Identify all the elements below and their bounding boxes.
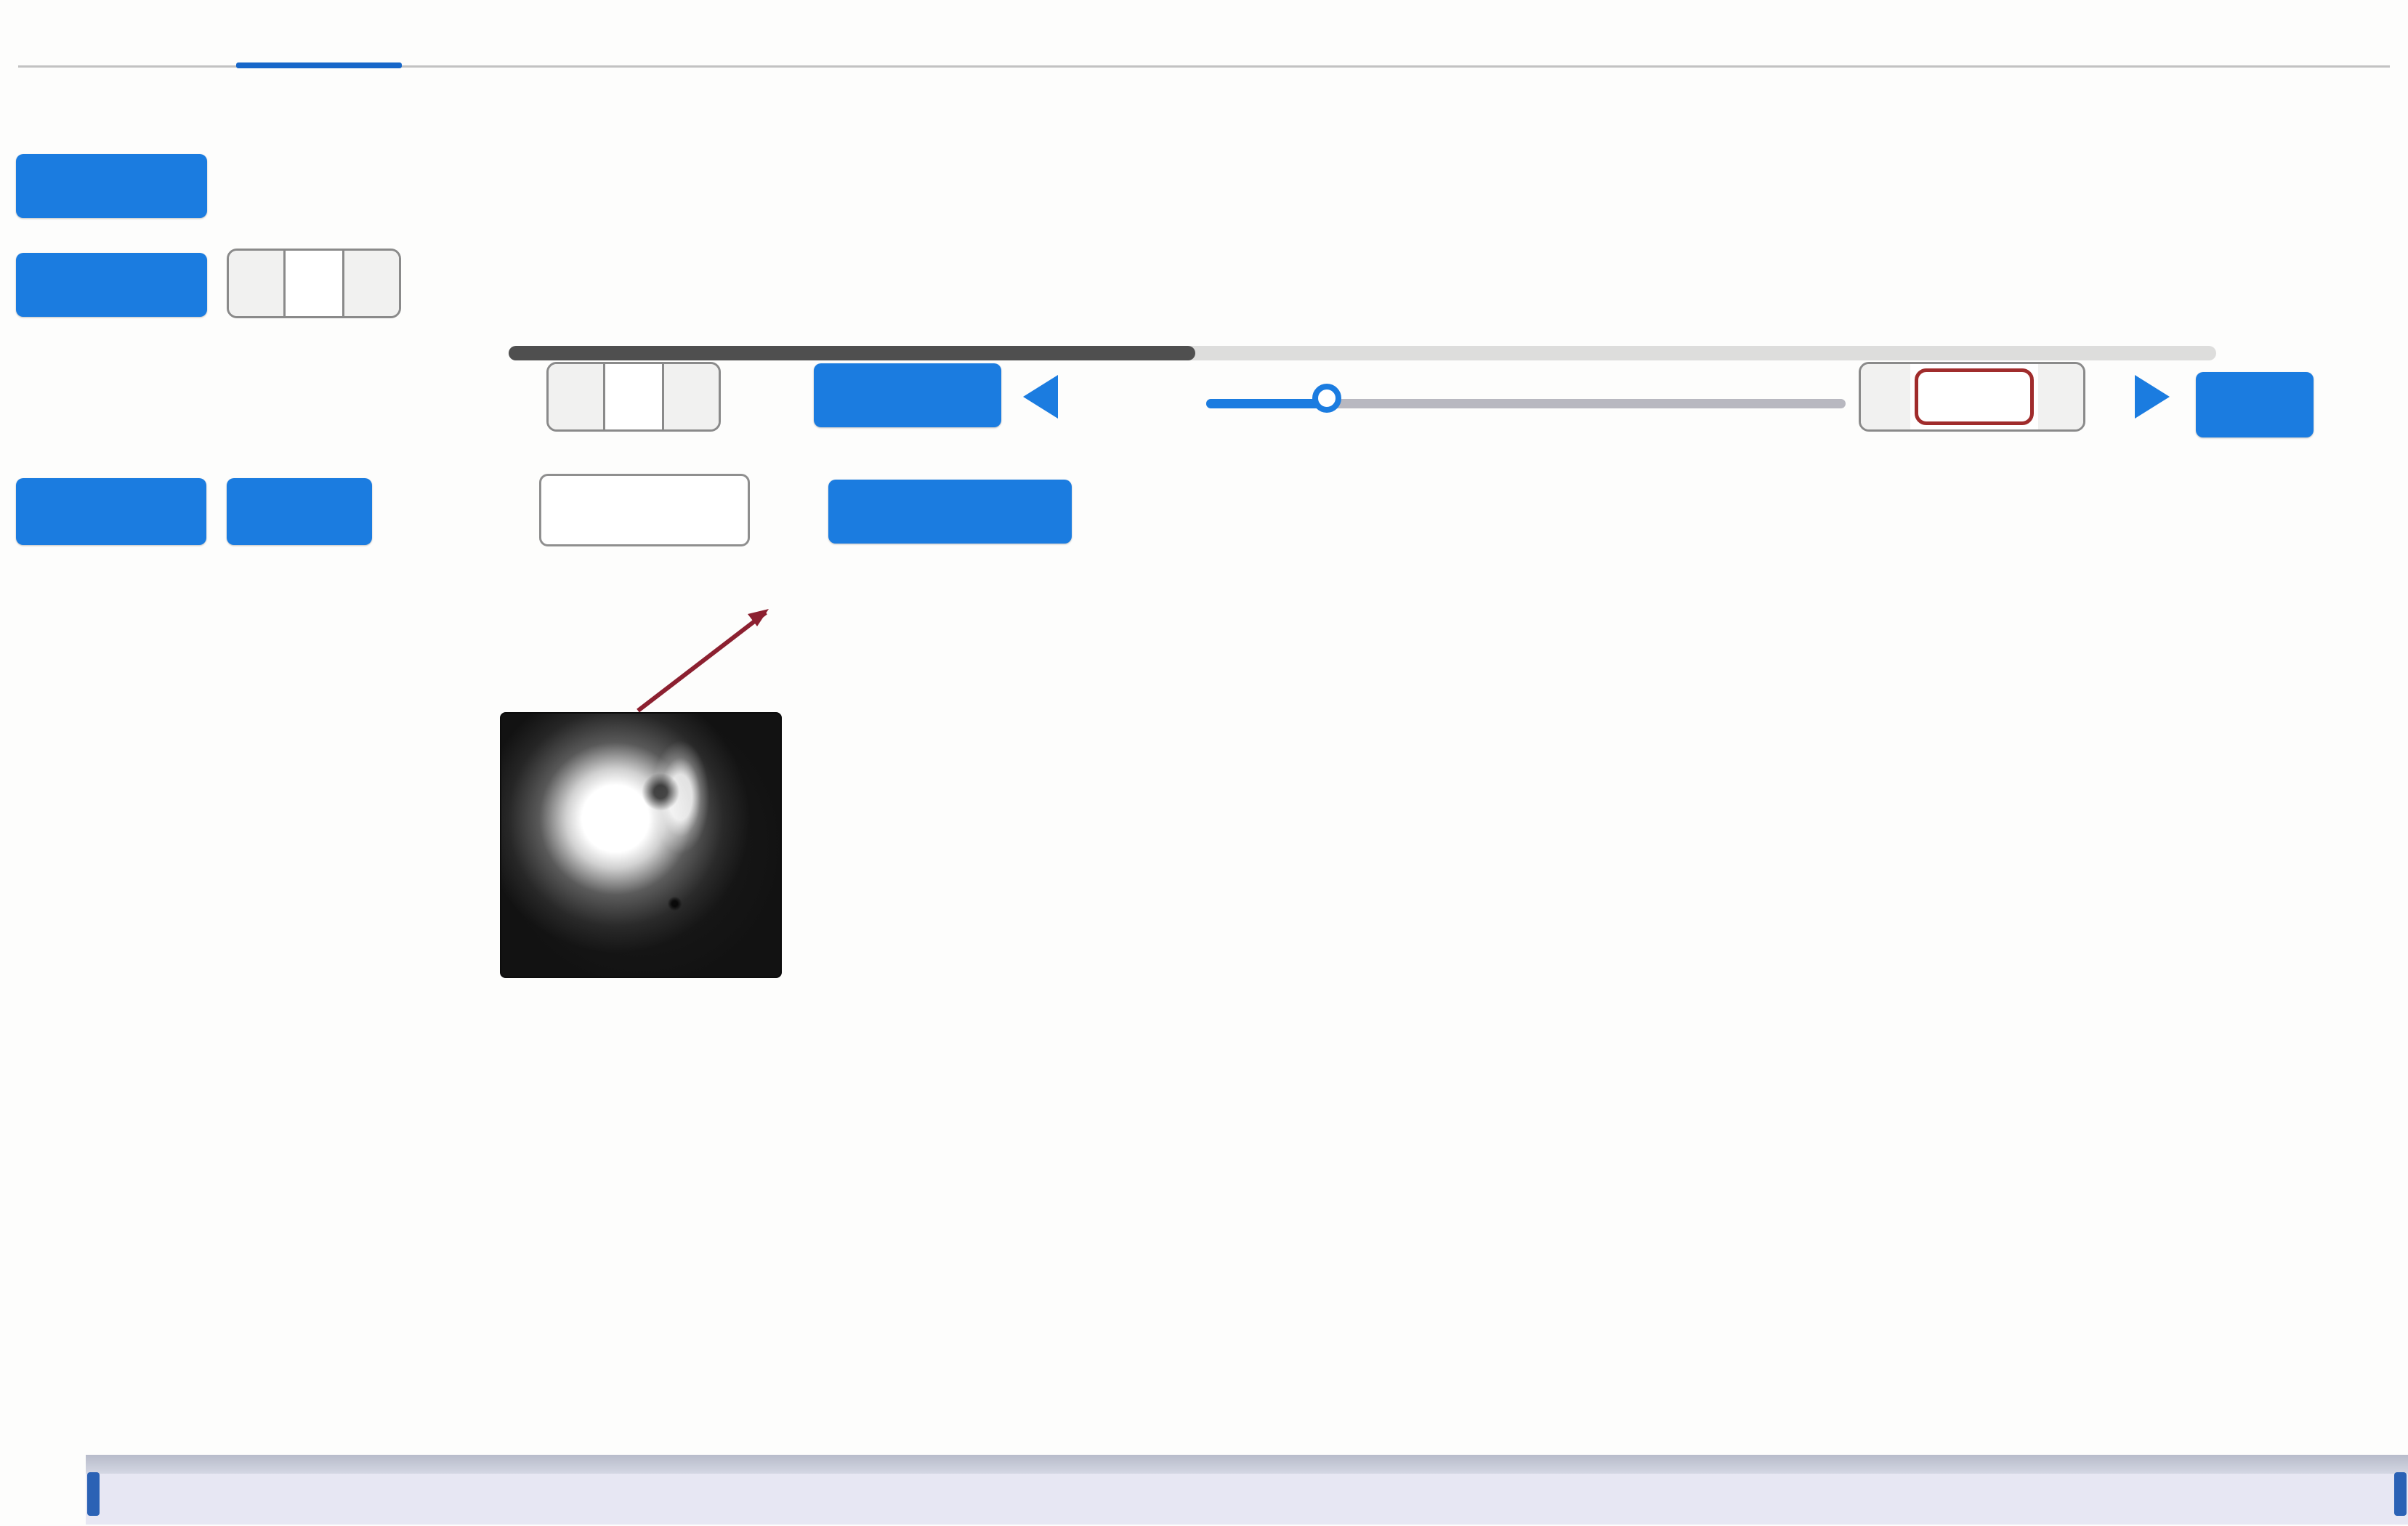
redshift-minus-button[interactable] <box>1861 364 1910 429</box>
wavelength-overview-strip[interactable] <box>86 1455 2408 1525</box>
redshift-slider[interactable] <box>1206 399 1846 408</box>
redshift-value-input[interactable] <box>1915 368 2034 425</box>
denoise-value[interactable] <box>603 364 665 429</box>
redshift-slider-knob[interactable] <box>1312 384 1341 413</box>
options-checkbox-row <box>0 93 2408 137</box>
overview-top-band <box>86 1455 2408 1474</box>
redshift-step-left-icon[interactable] <box>1023 375 1058 419</box>
next-record-button[interactable] <box>16 253 207 317</box>
overview-left-handle[interactable] <box>87 1472 100 1516</box>
spectrum-chart <box>0 596 2408 1448</box>
ai-class-button[interactable] <box>227 478 372 545</box>
galaxy-thumbnail-image <box>500 712 782 978</box>
prev-record-button[interactable] <box>16 154 207 218</box>
table-scrollbar-track[interactable] <box>509 346 2216 360</box>
redshift-step-right-icon[interactable] <box>2135 375 2170 419</box>
denoise-plus-button[interactable] <box>664 364 719 429</box>
row-number-stepper <box>227 249 401 318</box>
spectral-line-button[interactable] <box>814 363 1001 427</box>
denoise-stepper <box>546 362 721 432</box>
overview-mini-spectrum <box>86 1474 2408 1525</box>
type-input[interactable] <box>539 474 750 546</box>
hst-annotation-arrow <box>610 589 799 723</box>
row-plus-button[interactable] <box>344 251 399 316</box>
spectral-visualization-app <box>0 0 2408 1526</box>
redshift-value-stepper <box>1859 362 2085 432</box>
active-tab-underline <box>236 62 402 68</box>
redshift-plus-button[interactable] <box>2038 364 2083 429</box>
table-scrollbar-thumb[interactable] <box>509 346 1195 360</box>
ai-gasnet-button[interactable] <box>16 478 206 545</box>
row-number-value[interactable] <box>283 251 345 316</box>
torv-button[interactable] <box>2196 372 2314 437</box>
overview-right-handle[interactable] <box>2394 1472 2407 1516</box>
row-minus-button[interactable] <box>229 251 283 316</box>
research-mark-button[interactable] <box>828 480 1072 544</box>
denoise-minus-button[interactable] <box>549 364 603 429</box>
